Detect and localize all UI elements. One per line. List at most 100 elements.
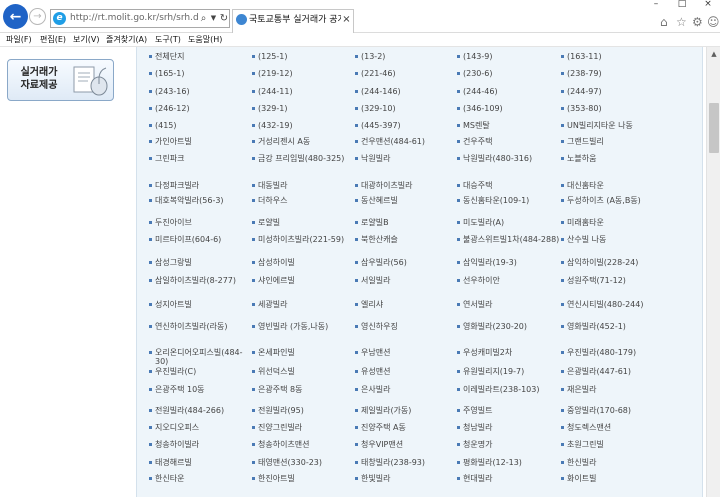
complex-item-label: 청도렉스맨션 (567, 423, 612, 432)
bullet-icon (355, 388, 358, 391)
menu-file[interactable]: 파일(F) (6, 33, 32, 47)
bullet-icon (149, 90, 152, 93)
bullet-icon (149, 238, 152, 241)
bullet-icon (149, 55, 152, 58)
complex-item-label: 위선덕스빌 (258, 367, 295, 376)
bullet-icon (355, 124, 358, 127)
bullet-icon (561, 325, 564, 328)
tab-close-icon[interactable]: × (341, 13, 352, 27)
complex-item-label: 중앙빌라(170-68) (567, 406, 632, 415)
complex-item-label: (165-1) (155, 69, 185, 78)
bullet-icon (252, 124, 255, 127)
complex-item-label: 진양그린빌라 (258, 423, 303, 432)
complex-item-label: (238-79) (567, 69, 602, 78)
bullet-icon (561, 261, 564, 264)
refresh-icon[interactable]: ↻ (218, 11, 230, 26)
complex-item-label: 평화빌라(12-13) (463, 458, 522, 467)
bullet-icon (149, 199, 152, 202)
scrollbar-thumb[interactable] (709, 103, 719, 153)
maximize-icon[interactable]: □ (674, 0, 690, 9)
chevron-down-icon[interactable]: ▼ (209, 11, 218, 26)
bullet-icon (355, 279, 358, 282)
complex-list: 전체단지 (125-1) (13-2) (143-9) (163-11) (165-1) (… (136, 47, 703, 497)
bullet-icon (561, 303, 564, 306)
complex-item-label: (432-19) (258, 121, 293, 130)
complex-item-label: 연서빌라 (463, 300, 493, 309)
smiley-icon[interactable]: ☺ (707, 15, 720, 29)
data-provision-button[interactable]: 실거래가 자료제공 (7, 59, 114, 101)
scroll-up-icon[interactable]: ▲ (707, 47, 720, 61)
menu-tools[interactable]: 도구(T) (155, 33, 181, 47)
document-mouse-icon (73, 66, 108, 96)
bullet-icon (252, 303, 255, 306)
url-text[interactable]: http://rt.molit.go.kr/srh/srh.do?menuGub… (70, 12, 198, 25)
complex-item-label: 온세파인빌 (258, 348, 295, 357)
complex-item-label: 삼익빌라(19-3) (463, 258, 517, 267)
vertical-scrollbar[interactable]: ▲ (706, 47, 720, 497)
gear-icon[interactable]: ⚙ (692, 15, 703, 29)
bullet-icon (355, 477, 358, 480)
search-icon[interactable]: ⌕ (198, 11, 209, 26)
bullet-icon (457, 55, 460, 58)
complex-item-label: 건우맨션(484-61) (361, 137, 426, 146)
menu-view[interactable]: 보기(V) (73, 33, 99, 47)
complex-item-label: 그린파크 (155, 154, 185, 163)
complex-item-label: 현대빌라 (463, 474, 493, 483)
bullet-icon (149, 388, 152, 391)
menu-bar: 파일(F) 편집(E) 보기(V) 즐겨찾기(A) 도구(T) 도움말(H) (0, 33, 720, 47)
bullet-icon (149, 261, 152, 264)
star-icon[interactable]: ☆ (676, 15, 687, 29)
menu-help[interactable]: 도움말(H) (188, 33, 222, 47)
complex-item-label: 세광빌라 (258, 300, 288, 309)
bullet-icon (561, 140, 564, 143)
bullet-icon (457, 351, 460, 354)
bullet-icon (355, 351, 358, 354)
menu-edit[interactable]: 편집(E) (40, 33, 66, 47)
complex-item-label: 성지아트빌 (155, 300, 192, 309)
back-button[interactable]: ← (3, 4, 28, 29)
menu-favorites[interactable]: 즐겨찾기(A) (106, 33, 147, 47)
complex-item-label: (244-11) (258, 87, 293, 96)
data-button-label-top: 실거래가 (20, 67, 58, 78)
complex-item-label: 산수빌 나동 (567, 235, 607, 244)
complex-item-label: 지오디오피스 (155, 423, 200, 432)
complex-item-label: 거성리젠시 A동 (258, 137, 311, 146)
main-content: 전체단지 (125-1) (13-2) (143-9) (163-11) (165-1) (… (134, 47, 706, 497)
close-icon[interactable]: × (700, 0, 716, 9)
site-favicon-icon (236, 14, 247, 25)
bullet-icon (457, 477, 460, 480)
bullet-icon (355, 409, 358, 412)
complex-item-label: 다정파크빌라 (155, 181, 200, 190)
forward-button[interactable]: → (29, 8, 46, 25)
bullet-icon (252, 461, 255, 464)
bullet-icon (355, 184, 358, 187)
complex-item-label: 영빈빌라 (가동,나동) (258, 322, 329, 331)
tab-active[interactable]: 국토교통부 실거래가 공개... × (232, 9, 354, 33)
bullet-icon (149, 140, 152, 143)
complex-item-label: 은광주택 10동 (155, 385, 205, 394)
left-sidebar: 실거래가 자료제공 (0, 47, 134, 497)
bullet-icon (561, 157, 564, 160)
bullet-icon (457, 388, 460, 391)
bullet-icon (149, 351, 152, 354)
complex-item-label: 대승주택 (463, 181, 493, 190)
complex-item-label: 미성하이츠빌라(221-59) (258, 235, 345, 244)
bullet-icon (355, 55, 358, 58)
complex-item-label: 미도빌라(A) (463, 218, 505, 227)
complex-item-label: 대동빌라 (258, 181, 288, 190)
minimize-icon[interactable]: – (648, 0, 664, 9)
complex-item-label: 이레빌라트(238-103) (463, 385, 540, 394)
complex-item-label: (219-12) (258, 69, 293, 78)
arrow-right-icon: → (33, 11, 42, 22)
home-icon[interactable]: ⌂ (660, 15, 668, 29)
complex-item-label: 영화빌라(230-20) (463, 322, 528, 331)
bullet-icon (252, 388, 255, 391)
address-bar[interactable]: e http://rt.molit.go.kr/srh/srh.do?menuG… (50, 9, 230, 28)
complex-item-label: 삼성하이빌 (258, 258, 295, 267)
complex-item-label: 우성캐미빌2차 (463, 348, 513, 357)
bullet-icon (252, 107, 255, 110)
complex-item-label: (230-6) (463, 69, 493, 78)
complex-item-label: (163-11) (567, 52, 602, 61)
bullet-icon (149, 303, 152, 306)
complex-item-label: 건우주택 (463, 137, 493, 146)
